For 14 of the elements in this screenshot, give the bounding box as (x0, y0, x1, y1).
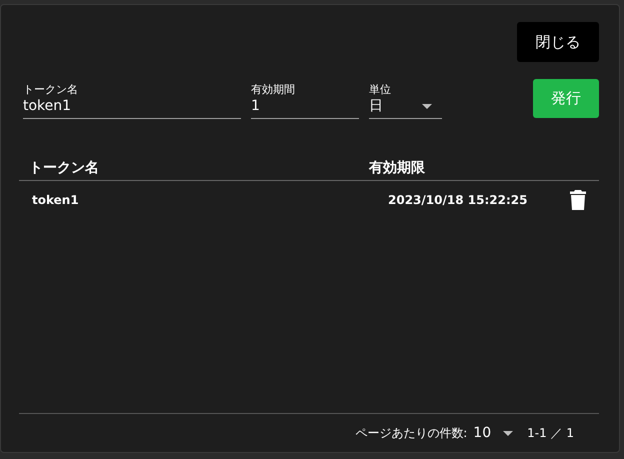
per-page-label: ページあたりの件数: (355, 424, 468, 442)
input-field[interactable]: トークン名 token1 (23, 83, 241, 119)
column-header: 有効期限 (369, 158, 426, 176)
column-header: トークン名 (28, 158, 100, 176)
page-range: 1-1 ／ 1 (527, 424, 574, 442)
input-field[interactable]: 有効期間 1 (251, 83, 359, 119)
caret-icon (422, 104, 432, 108)
caret-icon (503, 430, 514, 436)
table-cell-text: token1 (31, 193, 80, 207)
close-button[interactable]: 閉じる (517, 22, 599, 62)
unit-select[interactable]: 単位 日 (369, 83, 442, 119)
table-cell-text: 2023/10/18 15:22:25 (387, 193, 528, 207)
delete-icon[interactable] (570, 190, 586, 210)
per-page-select[interactable]: 10 (473, 425, 528, 441)
